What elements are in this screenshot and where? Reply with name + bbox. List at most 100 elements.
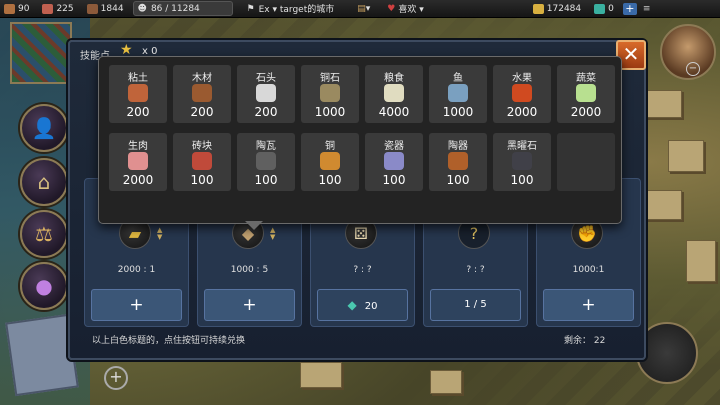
resource-cell: 瓷器 100 — [365, 133, 423, 191]
gem-icon — [594, 3, 606, 14]
fish-icon — [448, 84, 468, 102]
exchange-button[interactable]: + — [204, 289, 295, 321]
resource-quantity: 100 — [190, 173, 214, 187]
gold-counter[interactable]: 172484 — [529, 3, 581, 14]
dice-exchange-button[interactable]: ◆ 20 — [317, 289, 408, 321]
favorite-menu[interactable]: ♥ 喜欢 ▾ — [387, 2, 424, 16]
population-value: 86 / 11284 — [150, 3, 200, 14]
person-icon: ☻ — [137, 3, 147, 14]
building — [686, 240, 716, 282]
resource-name: 木材 — [192, 73, 212, 84]
resource-cell: 黑曜石 100 — [493, 133, 551, 191]
swap-arrows-icon: ▲ ▼ — [270, 226, 276, 241]
temple-icon: ⌂ — [37, 170, 51, 194]
resource-value: 225 — [56, 3, 74, 14]
copper-icon — [320, 152, 340, 170]
resource-name: 砖块 — [192, 141, 212, 152]
fruit-icon — [512, 84, 532, 102]
remaining-count: 剩余： 22 — [564, 336, 606, 346]
resource-quantity: 1000 — [442, 105, 474, 119]
population-counter[interactable]: ☻ 86 / 11284 — [132, 1, 233, 16]
resource-value: 1844 — [100, 3, 124, 14]
gem-cost: 20 — [364, 301, 378, 312]
exchange-button[interactable]: + — [91, 289, 182, 321]
resource-quantity: 100 — [254, 173, 278, 187]
building — [640, 90, 682, 118]
resource-cell: 陶器 100 — [429, 133, 487, 191]
book-menu[interactable]: ▤ ▾ — [357, 4, 370, 14]
city-name: Ex ▾ target的城市 — [258, 5, 335, 15]
resource-name: 石头 — [256, 73, 276, 84]
resource-cell: 粮食 4000 — [365, 65, 423, 123]
resource-name: 铜石 — [320, 73, 340, 84]
resource-name: 瓷器 — [384, 141, 404, 152]
city-selector[interactable]: ⚑ Ex ▾ target的城市 — [247, 2, 335, 16]
ore-icon — [86, 3, 98, 14]
wood-stack-icon — [4, 3, 15, 14]
heart-icon: ♥ — [387, 3, 396, 14]
orb-icon: ● — [35, 274, 53, 298]
gem-counter[interactable]: 0 — [590, 3, 614, 14]
resource-name: 铜 — [325, 141, 335, 152]
vegetable-icon — [576, 84, 596, 102]
brick-icon — [192, 152, 212, 170]
resource-quantity: 4000 — [378, 105, 410, 119]
resource-cell: 水果 2000 — [493, 65, 551, 123]
resource-quantity: 100 — [446, 173, 470, 187]
magic-button[interactable]: ● — [20, 262, 68, 310]
resource-name: 蔬菜 — [576, 73, 596, 84]
favorite-label: 喜欢 ▾ — [398, 5, 424, 15]
resource-cost-popup: 粘土 200 木材 200 石头 200 铜石 1000 粮食 4000 鱼 1000 水果 2000 蔬菜… — [98, 56, 622, 230]
resource-name: 鱼 — [453, 73, 463, 84]
menu-icon[interactable]: ≡ — [643, 4, 651, 14]
resource-quantity: 100 — [382, 173, 406, 187]
resource-name: 粘土 — [128, 73, 148, 84]
exchange-ratio: 1000:1 — [572, 265, 605, 275]
resource-meat[interactable]: 225 — [38, 3, 74, 14]
resource-cell: 石头 200 — [237, 65, 295, 123]
resource-cell: 木材 200 — [173, 65, 231, 123]
resource-cell: 陶瓦 100 — [237, 133, 295, 191]
minimap[interactable] — [10, 22, 72, 84]
clay-icon — [128, 84, 148, 102]
add-gems-button[interactable]: + — [622, 2, 637, 15]
gem-value: 0 — [608, 3, 614, 14]
resource-cell: 铜 100 — [301, 133, 359, 191]
gold-icon — [532, 3, 544, 14]
meat-icon — [42, 3, 54, 14]
resource-cell: 砖块 100 — [173, 133, 231, 191]
mystery-progress-button[interactable]: 1 / 5 — [430, 289, 521, 321]
tile-icon — [256, 152, 276, 170]
building — [300, 362, 342, 388]
justice-button[interactable]: ⚖ — [20, 210, 68, 258]
exchange-button[interactable]: + — [543, 289, 634, 321]
resource-name: 生肉 — [128, 141, 148, 152]
grain-icon — [384, 84, 404, 102]
building — [668, 140, 704, 172]
resource-name: 陶瓦 — [256, 141, 276, 152]
resource-name: 水果 — [512, 73, 532, 84]
resource-name: 陶器 — [448, 141, 468, 152]
empty-cell — [557, 133, 615, 191]
expand-button[interactable]: + — [104, 366, 128, 390]
temple-button[interactable]: ⌂ — [20, 158, 68, 206]
resource-quantity: 100 — [318, 173, 342, 187]
advisor-portrait-icon: 👤 — [31, 116, 57, 140]
advisor-button[interactable]: 👤 — [20, 104, 68, 152]
resource-cell: 生肉 2000 — [109, 133, 167, 191]
resource-cell: 铜石 1000 — [301, 65, 359, 123]
resource-quantity: 1000 — [314, 105, 346, 119]
pottery-icon — [448, 152, 468, 170]
book-icon: ▤ — [357, 3, 366, 14]
resource-wood[interactable]: 90 — [0, 3, 29, 14]
swap-arrows-icon: ▲ ▼ — [157, 226, 163, 241]
resource-quantity: 100 — [510, 173, 534, 187]
copper-ore-icon — [320, 84, 340, 102]
resource-quantity: 200 — [190, 105, 214, 119]
resource-quantity: 2000 — [506, 105, 538, 119]
zoom-out-button[interactable]: − — [686, 62, 700, 76]
exchange-ratio: 2000 : 1 — [117, 265, 156, 275]
resource-ore[interactable]: 1844 — [83, 3, 124, 14]
chevron-down-icon: ▾ — [365, 3, 371, 14]
obsidian-icon — [512, 152, 532, 170]
